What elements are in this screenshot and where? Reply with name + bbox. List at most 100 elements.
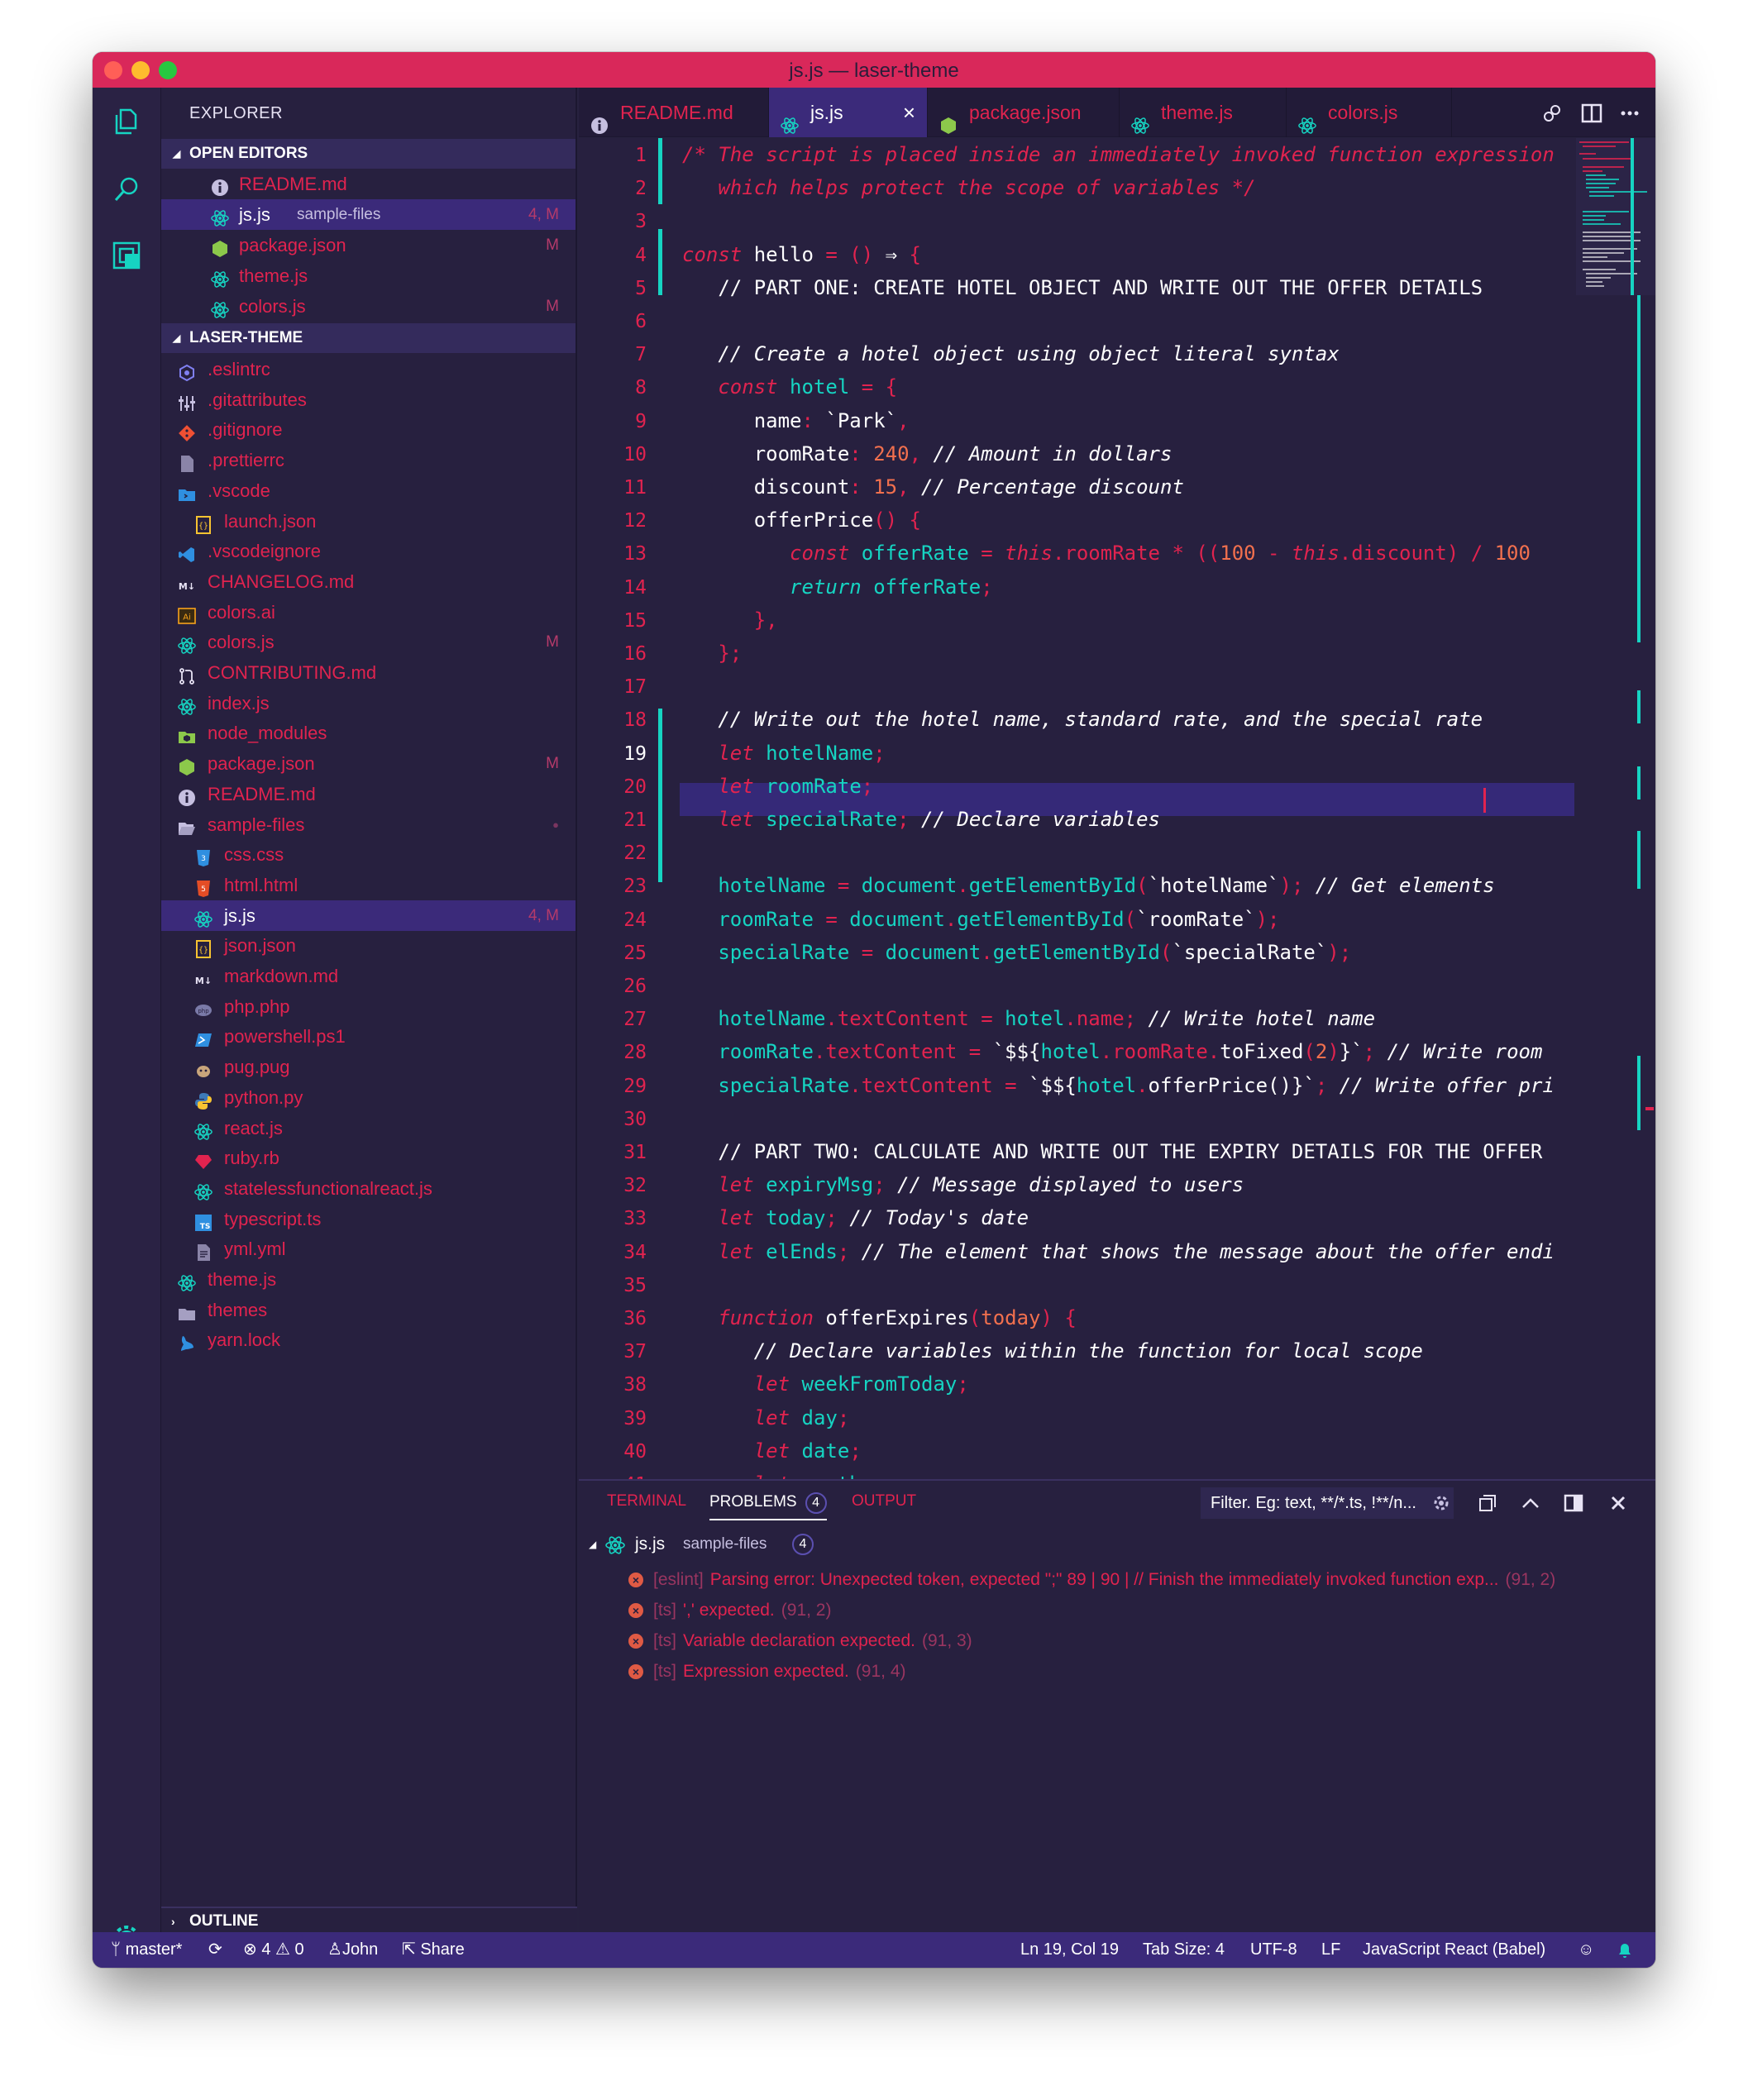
maximize-panel-icon[interactable]: [1520, 1492, 1541, 1514]
encoding[interactable]: UTF-8: [1250, 1932, 1297, 1968]
file-tree-item[interactable]: M↓ markdown.md: [161, 961, 576, 991]
line-number: 24: [623, 909, 647, 931]
problems-filter-input[interactable]: Filter. Eg: text, **/*.ts, !**/n...: [1201, 1487, 1454, 1519]
open-editor-item[interactable]: package.json M: [161, 230, 576, 260]
end-of-line[interactable]: LF: [1321, 1932, 1340, 1968]
problems-status[interactable]: ⊗ 4 ⚠ 0: [243, 1932, 304, 1968]
git-branch[interactable]: ᛘ master*: [111, 1932, 182, 1968]
file-tree-item[interactable]: ruby.rb: [161, 1143, 576, 1173]
info-icon: [590, 103, 609, 134]
file-tree-item[interactable]: TS typescript.ts: [161, 1204, 576, 1234]
more-actions-icon[interactable]: [1619, 103, 1641, 124]
file-tree-item[interactable]: .vscodeignore: [161, 536, 576, 566]
code-token: hotelName: [682, 1007, 826, 1031]
filter-settings-icon[interactable]: [1430, 1492, 1452, 1514]
extensions-icon[interactable]: [111, 240, 142, 271]
file-tree-item[interactable]: 5 html.html: [161, 870, 576, 900]
line-number: 14: [623, 576, 647, 599]
file-tree-item[interactable]: .prettierrc: [161, 445, 576, 475]
file-tree-item[interactable]: statelessfunctionalreact.js: [161, 1173, 576, 1204]
problem-item[interactable]: × [ts] ',' expected. (91, 2): [628, 1601, 831, 1620]
code-token: /* The script is placed inside an immedi…: [682, 143, 1555, 166]
file-tree-item[interactable]: .gitattributes: [161, 384, 576, 415]
problems-group-header[interactable]: ◢ js.js sample-files 4: [579, 1529, 1655, 1560]
git-status-badge: M: [546, 755, 559, 773]
tab-output[interactable]: OUTPUT: [852, 1492, 916, 1511]
code-line: specialRate.textContent = `$${hotel.offe…: [682, 1074, 1555, 1097]
code-token: (: [1303, 1040, 1316, 1064]
problem-item[interactable]: × [ts] Variable declaration expected. (91, …: [628, 1631, 972, 1651]
split-editor-icon[interactable]: [1581, 103, 1602, 124]
tab-size[interactable]: Tab Size: 4: [1143, 1932, 1225, 1968]
code-token: // Today's date: [849, 1206, 1029, 1230]
panel-layout-icon[interactable]: [1563, 1492, 1584, 1514]
file-tree-item[interactable]: sample-files ●: [161, 809, 576, 840]
file-tree-item[interactable]: package.json M: [161, 748, 576, 779]
search-icon[interactable]: [111, 174, 142, 205]
close-tab-icon[interactable]: ×: [903, 88, 915, 137]
file-tree-item[interactable]: python.py: [161, 1082, 576, 1113]
code-editor[interactable]: 1 /* The script is placed inside an immed…: [579, 138, 1655, 1479]
file-tree-item[interactable]: 3 css.css: [161, 839, 576, 870]
file-tree-item[interactable]: node_modules: [161, 718, 576, 748]
code-token: (: [1124, 907, 1137, 931]
file-name: statelessfunctionalreact.js: [224, 1177, 432, 1199]
open-editor-name: package.json: [239, 235, 346, 255]
notifications-bell-icon[interactable]: [1616, 1941, 1634, 1959]
file-name: pug.pug: [224, 1057, 290, 1078]
tab-package-json[interactable]: package.json: [928, 88, 1120, 137]
file-tree-item[interactable]: Ai colors.ai: [161, 597, 576, 628]
line-number: 7: [635, 344, 647, 366]
status-bar: ᛘ master* ⟳ ⊗ 4 ⚠ 0 ♙John ⇱ Share Ln 19,…: [93, 1932, 1655, 1968]
file-tree-item[interactable]: js.js 4, M: [161, 900, 576, 931]
minimap[interactable]: [1576, 138, 1655, 295]
compare-icon[interactable]: [1541, 103, 1563, 124]
close-panel-icon[interactable]: [1607, 1492, 1629, 1514]
file-tree-item[interactable]: php php.php: [161, 991, 576, 1022]
file-tree-item[interactable]: .gitignore: [161, 414, 576, 445]
outline-section[interactable]: › OUTLINE: [161, 1907, 577, 1935]
file-tree-item[interactable]: theme.js: [161, 1264, 576, 1295]
tab-terminal[interactable]: TERMINAL: [607, 1492, 686, 1511]
tab-problems[interactable]: PROBLEMS 4: [709, 1492, 827, 1520]
file-tree-item[interactable]: colors.js M: [161, 627, 576, 657]
file-tree-item[interactable]: react.js: [161, 1113, 576, 1143]
explorer-icon[interactable]: [111, 106, 142, 137]
info-icon: [211, 175, 229, 196]
share-button[interactable]: ⇱ Share: [402, 1932, 465, 1968]
file-tree-item[interactable]: powershell.ps1: [161, 1021, 576, 1052]
file-tree-item[interactable]: yarn.lock: [161, 1324, 576, 1355]
file-tree-item[interactable]: {} json.json: [161, 930, 576, 961]
file-tree-item[interactable]: themes: [161, 1295, 576, 1325]
feedback-icon[interactable]: ☺: [1578, 1932, 1594, 1968]
open-editor-item[interactable]: theme.js: [161, 260, 576, 291]
code-token: // Write hotel name: [1148, 1007, 1376, 1031]
problem-item[interactable]: × [eslint] Parsing error: Unexpected token…: [628, 1570, 1555, 1590]
file-tree-item[interactable]: pug.pug: [161, 1052, 576, 1082]
tab-js-js[interactable]: js.js ×: [769, 88, 928, 137]
code-line: let elEnds; // The element that shows th…: [682, 1240, 1554, 1263]
file-name: sample-files: [208, 814, 305, 835]
open-editors-section[interactable]: ◢ OPEN EDITORS: [161, 139, 576, 169]
language-mode[interactable]: JavaScript React (Babel): [1363, 1932, 1545, 1968]
file-tree-item[interactable]: yml.yml: [161, 1234, 576, 1264]
file-tree-item[interactable]: {} launch.json: [161, 506, 576, 537]
project-section[interactable]: ◢ LASER-THEME: [161, 323, 576, 353]
problem-item[interactable]: × [ts] Expression expected. (91, 4): [628, 1662, 906, 1682]
tab-theme-js[interactable]: theme.js: [1120, 88, 1287, 137]
open-editor-item[interactable]: colors.js M: [161, 291, 576, 322]
file-tree-item[interactable]: .vscode: [161, 475, 576, 506]
tab-colors-js[interactable]: colors.js: [1287, 88, 1452, 137]
collapse-all-icon[interactable]: [1477, 1492, 1498, 1514]
file-tree-item[interactable]: README.md: [161, 779, 576, 809]
file-tree-item[interactable]: .eslintrc: [161, 354, 576, 384]
open-editor-item[interactable]: js.js sample-files 4, M: [161, 199, 576, 230]
live-share-user[interactable]: ♙John: [327, 1932, 378, 1968]
file-tree-item[interactable]: CONTRIBUTING.md: [161, 657, 576, 688]
file-tree-item[interactable]: index.js: [161, 688, 576, 718]
file-tree-item[interactable]: M↓ CHANGELOG.md: [161, 566, 576, 597]
cursor-position[interactable]: Ln 19, Col 19: [1020, 1932, 1119, 1968]
open-editor-item[interactable]: README.md: [161, 169, 576, 199]
sync-icon[interactable]: ⟳: [208, 1932, 222, 1968]
tab-readme-md[interactable]: README.md: [579, 88, 769, 137]
